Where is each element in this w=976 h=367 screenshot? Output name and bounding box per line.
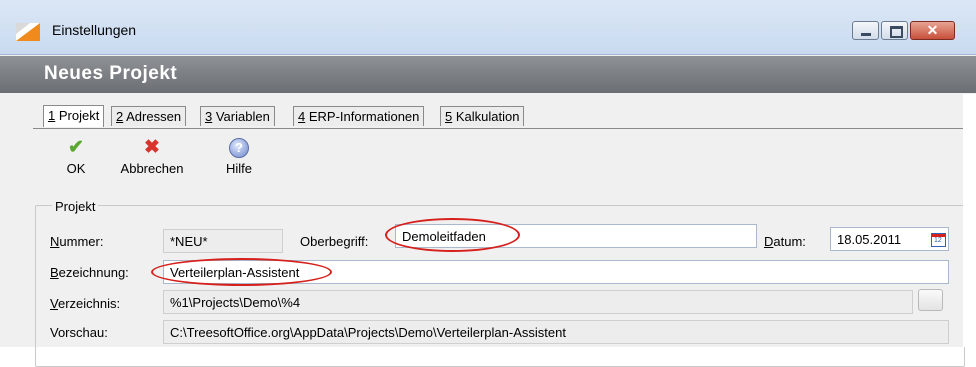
- browse-directory-button[interactable]: [918, 289, 943, 311]
- cancel-button[interactable]: ✖ Abbrechen: [117, 137, 187, 177]
- maximize-button[interactable]: [881, 21, 908, 40]
- bezeichnung-label: Bezeichnung:: [50, 265, 129, 280]
- close-button[interactable]: ✕: [910, 21, 955, 40]
- cancel-label: Abbrechen: [120, 161, 184, 176]
- calendar-icon[interactable]: 12: [931, 233, 946, 247]
- tab-adressen[interactable]: 2 Adressen: [111, 106, 187, 126]
- vorschau-field: C:\TreesoftOffice.org\AppData\Projects\D…: [163, 320, 949, 344]
- tab-erp-informationen[interactable]: 4 ERP-Informationen: [293, 106, 425, 126]
- window-right-edge: [963, 94, 976, 347]
- verzeichnis-field: %1\Projects\Demo\%4: [163, 290, 913, 314]
- verzeichnis-label: Verzeichnis:: [50, 296, 121, 311]
- vorschau-label: Vorschau:: [50, 325, 108, 340]
- projekt-group-label: Projekt: [52, 199, 99, 214]
- close-icon: ✕: [926, 22, 939, 38]
- settings-window: Einstellungen ✕ Neues Projekt 1 Projekt …: [0, 0, 976, 367]
- ok-label: OK: [66, 161, 86, 176]
- help-label: Hilfe: [225, 161, 252, 176]
- help-button[interactable]: ? Hilfe: [217, 138, 261, 176]
- highlight-ellipse-oberbegriff: [385, 218, 520, 252]
- checkmark-icon: ✔: [68, 137, 84, 158]
- tab-projekt[interactable]: 1 Projekt: [43, 105, 105, 127]
- help-icon: ?: [229, 138, 249, 158]
- oberbegriff-label: Oberbegriff:: [300, 234, 369, 249]
- tab-panel-border: [33, 128, 963, 129]
- minimize-button[interactable]: [852, 21, 879, 40]
- window-title: Einstellungen: [52, 22, 137, 38]
- app-icon: [16, 23, 40, 41]
- tab-kalkulation[interactable]: 5 Kalkulation: [440, 106, 525, 126]
- datum-label: Datum:: [764, 234, 806, 249]
- minimize-icon: [861, 33, 871, 36]
- nummer-field: *NEU*: [163, 229, 283, 253]
- nummer-label: Nummer:: [50, 234, 104, 249]
- highlight-ellipse-bezeichnung: [151, 258, 332, 286]
- maximize-icon: [890, 26, 903, 38]
- tab-variablen[interactable]: 3 Variablen: [200, 106, 275, 126]
- cross-icon: ✖: [144, 137, 160, 158]
- title-bar[interactable]: Einstellungen ✕: [0, 0, 976, 55]
- page-title: Neues Projekt: [44, 63, 178, 84]
- ok-button[interactable]: ✔ OK: [62, 137, 90, 177]
